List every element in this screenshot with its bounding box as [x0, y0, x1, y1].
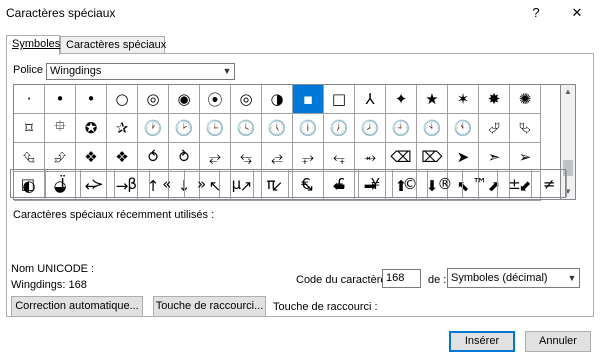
symbol-cell[interactable]: 🕑	[169, 114, 200, 143]
symbol-cell[interactable]: •	[45, 85, 76, 114]
recent-symbol-cell[interactable]: ±	[498, 170, 533, 197]
recent-symbol-cell[interactable]: ©	[393, 170, 428, 197]
cancel-button[interactable]: Annuler	[525, 331, 591, 352]
recent-symbol-cell[interactable]: €	[289, 170, 324, 197]
font-label: Police :	[13, 64, 50, 76]
symbol-cell[interactable]: ⥆	[324, 143, 355, 172]
symbol-cell[interactable]: ⥁	[169, 143, 200, 172]
recent-label: Caractères spéciaux récemment utilisés :	[13, 209, 215, 221]
recent-symbol-cell[interactable]: µ	[220, 170, 255, 197]
symbol-cell[interactable]: ★	[417, 85, 448, 114]
close-button[interactable]: ✕	[563, 2, 591, 24]
symbol-cell[interactable]: ⯐	[45, 114, 76, 143]
window-title: Caractères spéciaux	[6, 6, 116, 20]
symbol-cell[interactable]: ⥀	[138, 143, 169, 172]
symbol-cell[interactable]: ⌫	[386, 143, 417, 172]
symbol-cell[interactable]: ⌦	[417, 143, 448, 172]
symbol-cell[interactable]: ◉	[169, 85, 200, 114]
symbol-cell[interactable]: 🕗	[355, 114, 386, 143]
font-select[interactable]: Wingdings ▼	[46, 63, 235, 80]
symbol-cell[interactable]: ✸	[479, 85, 510, 114]
recent-symbol-cell[interactable]: π	[254, 170, 289, 197]
symbol-cell[interactable]: 🕚	[448, 114, 479, 143]
symbol-cell[interactable]: ▪	[293, 85, 324, 114]
from-label: de :	[428, 274, 447, 286]
recent-symbol-cell[interactable]: »	[185, 170, 220, 197]
symbol-cell[interactable]: ⮰	[479, 114, 510, 143]
recent-symbol-cell[interactable]: ¥	[359, 170, 394, 197]
symbol-cell[interactable]: ❖	[107, 143, 138, 172]
char-code-input[interactable]: 168	[382, 269, 421, 288]
symbol-cell[interactable]: ⥇	[355, 143, 386, 172]
recent-symbol-cell[interactable]: «	[150, 170, 185, 197]
symbol-cell[interactable]: 🕕	[293, 114, 324, 143]
chevron-down-icon[interactable]: ▼	[564, 269, 579, 287]
symbol-cell[interactable]: ⮵	[45, 143, 76, 172]
symbol-cell[interactable]: □	[324, 85, 355, 114]
symbol-cell[interactable]: 🕔	[262, 114, 293, 143]
symbol-cell[interactable]: ⥃	[231, 143, 262, 172]
symbol-cell[interactable]: ➢	[510, 143, 541, 172]
recent-symbol-cell[interactable]: ≻	[81, 170, 116, 197]
tab-symboles[interactable]: Symboles	[6, 35, 60, 55]
scroll-up-icon[interactable]: ▲	[561, 85, 575, 99]
unicode-name-label: Nom UNICODE :	[11, 263, 95, 275]
symbol-cell[interactable]: ✶	[448, 85, 479, 114]
symbol-cell[interactable]: ⥂	[200, 143, 231, 172]
symbol-cell[interactable]: •	[76, 85, 107, 114]
shortcut-key-button[interactable]: Touche de raccourci...	[153, 296, 266, 317]
recent-symbol-cell[interactable]: Ï	[46, 170, 81, 197]
symbol-cell[interactable]: ◎	[231, 85, 262, 114]
symbol-cell[interactable]: 🕙	[417, 114, 448, 143]
symbol-cell[interactable]: 🕐	[138, 114, 169, 143]
symbol-cell[interactable]: ◎	[138, 85, 169, 114]
unicode-info: Wingdings: 168	[11, 279, 87, 291]
recent-symbol-cell[interactable]: ®	[428, 170, 463, 197]
symbol-cell[interactable]: 🕒	[200, 114, 231, 143]
symbol-cell[interactable]: ✪	[76, 114, 107, 143]
symbol-cell[interactable]: ⥄	[262, 143, 293, 172]
autocorrect-button[interactable]: Correction automatique...	[11, 296, 143, 317]
char-code-label: Code du caractère :	[296, 274, 393, 286]
symbol-cell[interactable]: ⥅	[293, 143, 324, 172]
symbol-cell[interactable]: ❖	[76, 143, 107, 172]
symbol-cell[interactable]: ⅄	[355, 85, 386, 114]
symbol-cell[interactable]: ·	[14, 85, 45, 114]
recent-symbols: □ Ï ≻ β «» µ π € £ ¥ © ® ™ ± ≠	[10, 169, 567, 198]
symbol-cell[interactable]: 🕖	[324, 114, 355, 143]
recent-symbol-cell[interactable]: β	[115, 170, 150, 197]
symbol-cell[interactable]: ⦿	[200, 85, 231, 114]
shortcut-text: Touche de raccourci :	[273, 301, 378, 313]
recent-symbol-cell[interactable]: £	[324, 170, 359, 197]
recent-symbol-cell[interactable]: ™	[463, 170, 498, 197]
help-button[interactable]: ?	[522, 2, 550, 24]
symbol-cell[interactable]: ✰	[107, 114, 138, 143]
symbol-cell[interactable]: ⮱	[510, 114, 541, 143]
symbol-cell[interactable]: ⌑	[14, 114, 45, 143]
symbol-cell[interactable]: ✦	[386, 85, 417, 114]
symbol-cell[interactable]: 🕘	[386, 114, 417, 143]
symbol-cell[interactable]: ◑	[262, 85, 293, 114]
font-select-value: Wingdings	[50, 65, 102, 77]
symbol-cell[interactable]: ✺	[510, 85, 541, 114]
symbol-cell[interactable]: ➤	[448, 143, 479, 172]
symbol-cell[interactable]: 🕓	[231, 114, 262, 143]
from-select-value: Symboles (décimal)	[451, 272, 548, 284]
symbol-cell[interactable]: ○	[107, 85, 138, 114]
symbol-cell[interactable]: ➣	[479, 143, 510, 172]
recent-symbol-cell[interactable]: ≠	[532, 170, 567, 197]
recent-symbol-cell[interactable]: □	[11, 170, 46, 197]
from-select[interactable]: Symboles (décimal) ▼	[447, 268, 580, 288]
chevron-down-icon[interactable]: ▼	[219, 64, 234, 79]
symbol-cell[interactable]: ⮴	[14, 143, 45, 172]
insert-button[interactable]: Insérer	[449, 331, 515, 352]
